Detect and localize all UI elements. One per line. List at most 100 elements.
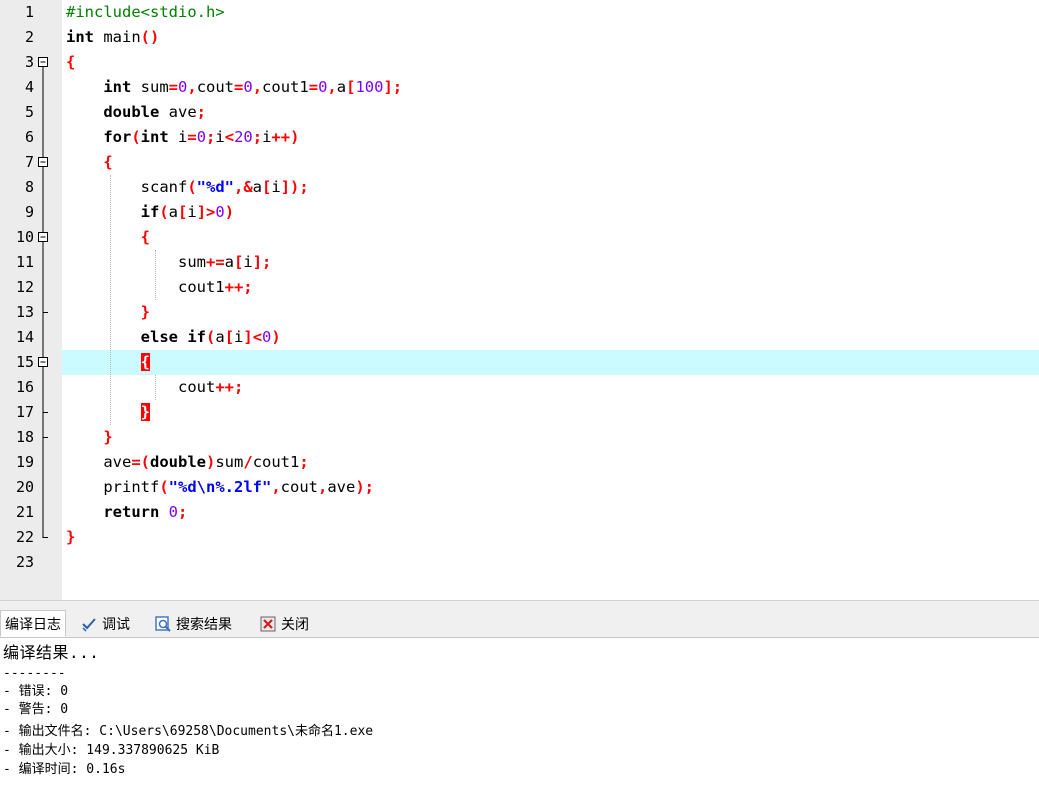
code-line[interactable]: ave=(double)sum/cout1; — [62, 450, 1039, 475]
check-icon — [82, 617, 96, 632]
tab-search-results-label: 搜索结果 — [176, 616, 232, 633]
code-row[interactable]: 20 printf("%d\n%.2lf",cout,ave); — [0, 475, 1039, 500]
code-token: printf — [66, 478, 160, 496]
code-line[interactable]: scanf("%d",&a[i]); — [62, 175, 1039, 200]
code-token: ]; — [252, 253, 272, 271]
code-row[interactable]: 3{ — [0, 50, 1039, 75]
code-token: int — [103, 78, 132, 96]
fold-line — [42, 125, 44, 150]
code-line[interactable]: if(a[i]>0) — [62, 200, 1039, 225]
code-token: , — [187, 78, 197, 96]
code-row[interactable]: 19 ave=(double)sum/cout1; — [0, 450, 1039, 475]
code-line[interactable]: } — [62, 525, 1039, 550]
code-row[interactable]: 2 int main() — [0, 25, 1039, 50]
line-number: 18 — [15, 428, 34, 446]
code-row[interactable]: 22} — [0, 525, 1039, 550]
code-token: if — [187, 328, 206, 346]
code-line[interactable]: sum+=a[i]; — [62, 250, 1039, 275]
indent-guide — [155, 250, 156, 300]
code-line[interactable]: for(int i=0;i<20;i++) — [62, 125, 1039, 150]
fold-line — [42, 325, 44, 350]
fold-collapse-icon[interactable] — [37, 50, 49, 75]
code-token: i — [243, 253, 253, 271]
code-token: ); — [355, 478, 375, 496]
fold-collapse-icon[interactable] — [37, 225, 49, 250]
fold-line — [42, 75, 44, 100]
code-line[interactable]: double ave; — [62, 100, 1039, 125]
compile-log: 编译结果... -------- - 错误: 0 - 警告: 0 - 输出文件名… — [0, 638, 1039, 808]
code-token: ; — [299, 453, 309, 471]
code-token: cout1 — [252, 453, 300, 471]
code-line[interactable]: { — [62, 50, 1039, 75]
code-row[interactable]: 21 return 0; — [0, 500, 1039, 525]
code-token: ( — [131, 128, 141, 146]
fold-line — [42, 250, 44, 275]
code-line[interactable]: else if(a[i]<0) — [62, 325, 1039, 350]
code-row[interactable]: 9 if(a[i]>0) — [0, 200, 1039, 225]
code-line[interactable]: return 0; — [62, 500, 1039, 525]
code-token: if — [140, 203, 160, 221]
fold-end-marker — [42, 425, 48, 450]
fold-collapse-icon[interactable] — [37, 350, 49, 375]
code-row[interactable]: 17 } — [0, 400, 1039, 425]
code-token: ]< — [243, 328, 263, 346]
code-line[interactable]: int main() — [62, 25, 1039, 50]
code-line[interactable]: { — [62, 350, 1039, 375]
code-line[interactable]: } — [62, 300, 1039, 325]
code-line[interactable]: #include<stdio.h> — [62, 0, 1039, 25]
line-number: 21 — [15, 503, 34, 521]
code-token: } — [140, 403, 150, 421]
code-line[interactable]: int sum=0,cout=0,cout1=0,a[100]; — [62, 75, 1039, 100]
code-token: =( — [131, 453, 150, 471]
code-token: ; — [206, 128, 216, 146]
tab-search-results[interactable]: 搜索结果 — [150, 610, 236, 637]
code-row[interactable]: 7 { — [0, 150, 1039, 175]
code-row[interactable]: 10 { — [0, 225, 1039, 250]
code-line[interactable]: { — [62, 225, 1039, 250]
fold-end-marker — [42, 400, 48, 425]
code-line[interactable]: cout1++; — [62, 275, 1039, 300]
panel-splitter[interactable] — [0, 600, 1039, 608]
code-token: { — [66, 53, 76, 71]
code-line[interactable]: { — [62, 150, 1039, 175]
code-token: / — [243, 453, 253, 471]
tab-debug[interactable]: 调试 — [76, 610, 134, 637]
code-line[interactable]: printf("%d\n%.2lf",cout,ave); — [62, 475, 1039, 500]
line-number: 23 — [15, 553, 34, 571]
code-row[interactable]: 5 double ave; — [0, 100, 1039, 125]
code-token: ( — [159, 203, 169, 221]
code-token: a — [224, 253, 234, 271]
code-row[interactable]: 13 } — [0, 300, 1039, 325]
code-row[interactable]: 6 for(int i=0;i<20;i++) — [0, 125, 1039, 150]
line-number: 2 — [24, 28, 34, 46]
code-row[interactable]: 15 { — [0, 350, 1039, 375]
line-number: 7 — [24, 153, 34, 171]
code-row[interactable]: 8 scanf("%d",&a[i]); — [0, 175, 1039, 200]
code-line[interactable]: cout++; — [62, 375, 1039, 400]
fold-collapse-icon[interactable] — [37, 150, 49, 175]
tab-close[interactable]: 关闭 — [255, 610, 313, 637]
code-line[interactable]: } — [62, 400, 1039, 425]
code-line[interactable] — [62, 550, 1039, 575]
code-token: #include<stdio.h> — [66, 3, 225, 21]
code-token: , — [327, 78, 337, 96]
code-token: sum — [215, 453, 244, 471]
code-row[interactable]: 14 else if(a[i]<0) — [0, 325, 1039, 350]
code-token: double — [150, 453, 206, 471]
code-line[interactable]: } — [62, 425, 1039, 450]
tab-compile-log-label: 编译日志 — [5, 616, 61, 633]
code-row[interactable]: 23 — [0, 550, 1039, 575]
code-row[interactable]: 4 int sum=0,cout=0,cout1=0,a[100]; — [0, 75, 1039, 100]
code-row[interactable]: 1 #include<stdio.h> — [0, 0, 1039, 25]
code-token: int — [66, 28, 94, 46]
fold-line — [42, 100, 44, 125]
code-editor[interactable]: 1 #include<stdio.h> 2 int main() 3{4 int sum… — [0, 0, 1039, 600]
fold-line — [42, 475, 44, 500]
code-token: { — [103, 153, 113, 171]
code-row[interactable]: 18 } — [0, 425, 1039, 450]
tab-compile-log[interactable]: 编译日志 — [0, 610, 66, 637]
line-number: 12 — [15, 278, 34, 296]
